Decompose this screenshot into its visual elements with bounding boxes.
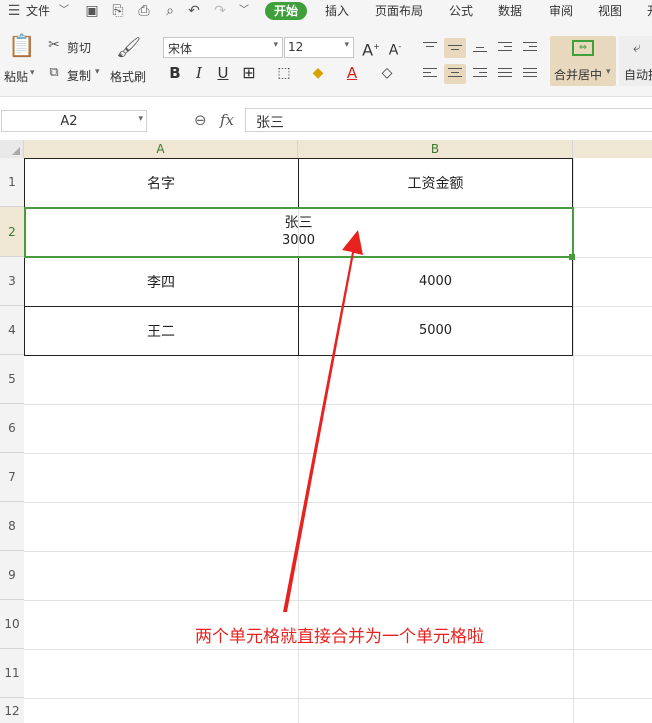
arrow-shape	[283, 230, 363, 612]
annotation-arrow	[283, 230, 363, 612]
annotation-text: 两个单元格就直接合并为一个单元格啦	[195, 627, 484, 647]
